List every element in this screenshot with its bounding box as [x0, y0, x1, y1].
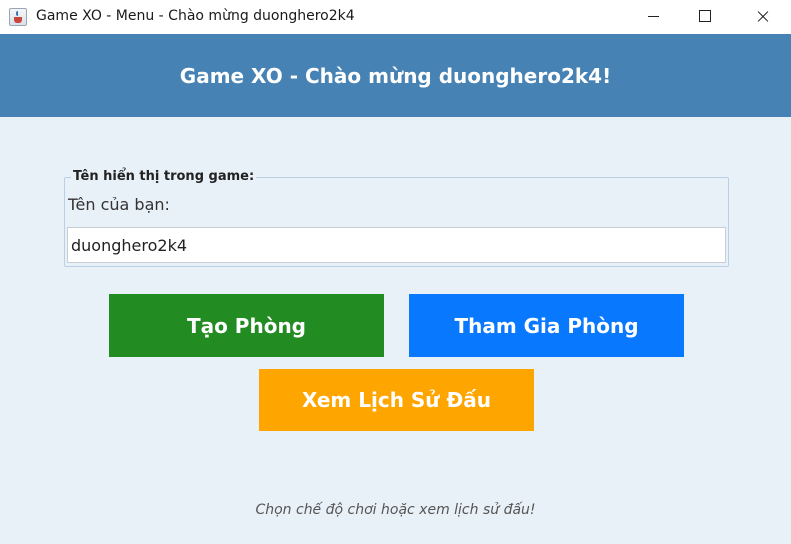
name-label: Tên của bạn:	[68, 195, 170, 214]
header-title: Game XO - Chào mừng duonghero2k4!	[179, 63, 612, 88]
header-banner: Game XO - Chào mừng duonghero2k4!	[0, 34, 791, 117]
name-input[interactable]	[67, 227, 726, 263]
display-name-group: Tên hiển thị trong game: Tên của bạn:	[64, 169, 729, 267]
window-title: Game XO - Menu - Chào mừng duonghero2k4	[36, 8, 355, 24]
close-icon[interactable]	[740, 0, 786, 34]
create-room-button[interactable]: Tạo Phòng	[109, 294, 384, 357]
join-room-button[interactable]: Tham Gia Phòng	[409, 294, 684, 357]
maximize-icon[interactable]	[681, 0, 727, 34]
match-history-button[interactable]: Xem Lịch Sử Đấu	[259, 369, 534, 431]
minimize-icon[interactable]	[630, 0, 676, 34]
footer-hint: Chọn chế độ chơi hoặc xem lịch sử đấu!	[255, 502, 536, 518]
title-bar: Game XO - Menu - Chào mừng duonghero2k4	[0, 0, 791, 34]
display-name-legend: Tên hiển thị trong game:	[71, 169, 257, 184]
java-cup-icon[interactable]	[9, 8, 27, 26]
